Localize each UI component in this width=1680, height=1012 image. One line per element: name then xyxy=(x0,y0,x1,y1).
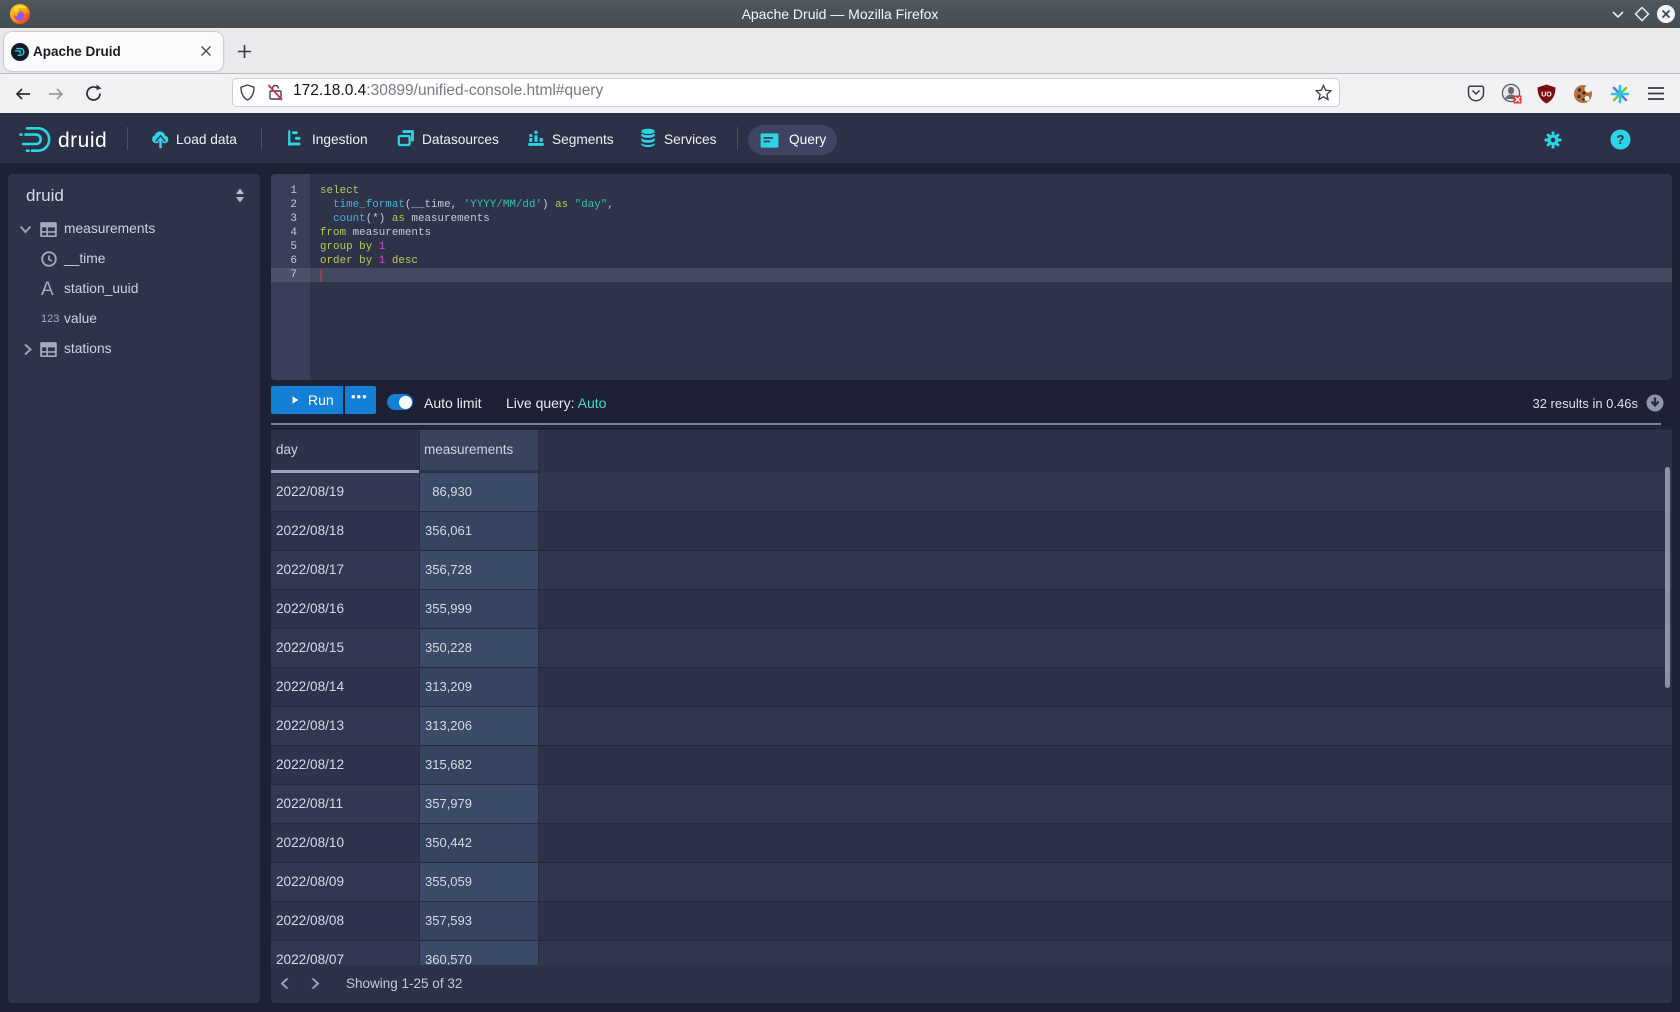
svg-text:UO: UO xyxy=(1541,92,1552,99)
svg-text:?: ? xyxy=(1617,132,1625,147)
